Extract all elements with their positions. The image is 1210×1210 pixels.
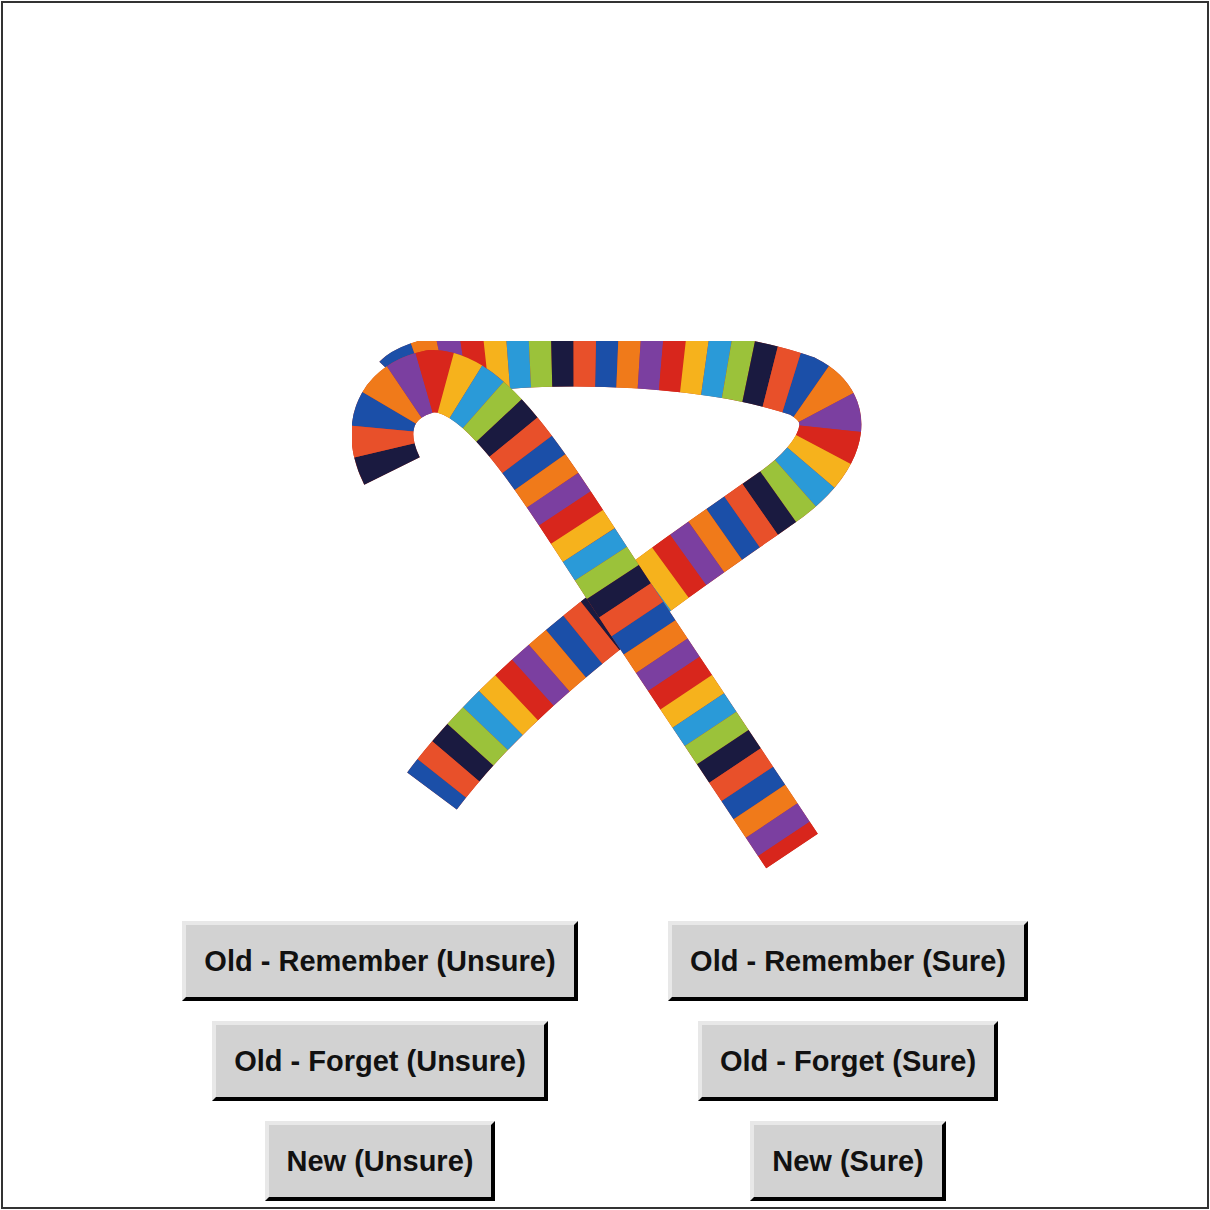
scarf-photo [352,341,872,881]
response-buttons: Old - Remember (Unsure) Old - Remember (S… [3,921,1207,1201]
button-cell: Old - Remember (Unsure) [146,921,614,1001]
button-cell: Old - Forget (Unsure) [146,1021,614,1101]
response-button[interactable]: Old - Remember (Unsure) [182,921,577,1001]
button-cell: New (Sure) [614,1121,1082,1201]
response-button[interactable]: Old - Forget (Sure) [698,1021,998,1101]
response-button[interactable]: New (Sure) [750,1121,945,1201]
button-cell: New (Unsure) [146,1121,614,1201]
response-button[interactable]: Old - Forget (Unsure) [212,1021,548,1101]
button-cell: Old - Forget (Sure) [614,1021,1082,1101]
task-frame: Old - Remember (Unsure) Old - Remember (S… [1,1,1209,1209]
stimulus-area [3,3,1207,921]
response-button[interactable]: Old - Remember (Sure) [668,921,1028,1001]
button-cell: Old - Remember (Sure) [614,921,1082,1001]
response-button[interactable]: New (Unsure) [265,1121,496,1201]
